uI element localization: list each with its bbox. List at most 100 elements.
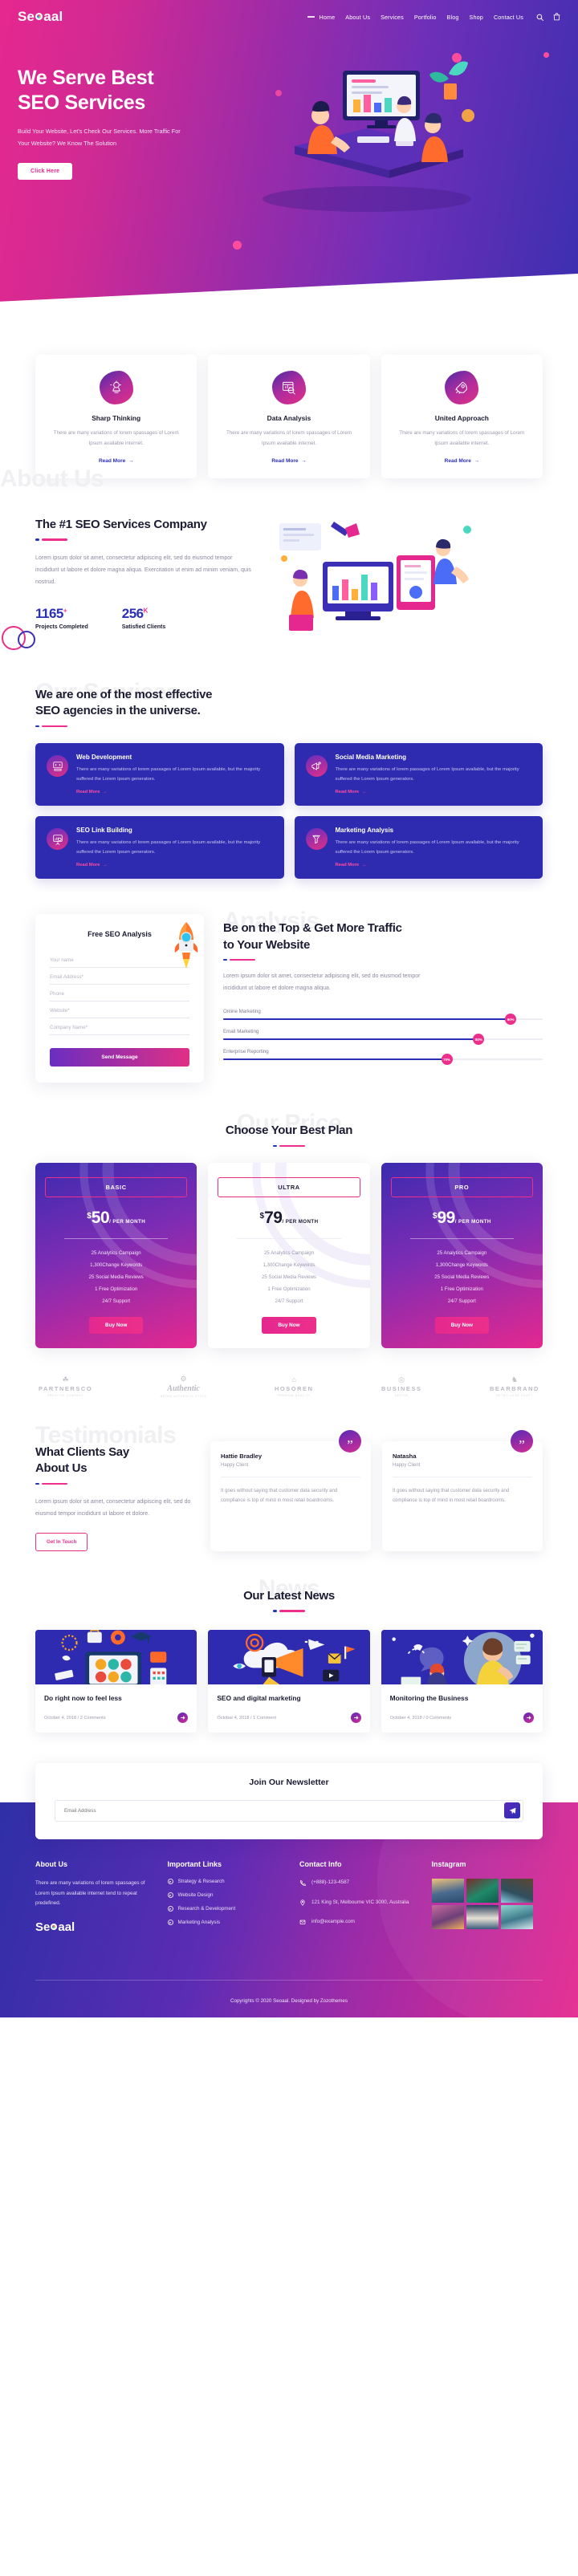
hero-section: Se aal Home About Us Services Portfolio B… bbox=[0, 0, 578, 321]
nav-item-portfolio[interactable]: Portfolio bbox=[414, 14, 437, 21]
instagram-thumb[interactable] bbox=[500, 1905, 533, 1930]
feature-card[interactable]: Sharp Thinking There are many variations… bbox=[35, 355, 197, 479]
stat-number: 256 bbox=[121, 606, 144, 622]
section-divider bbox=[223, 958, 543, 961]
service-card-body: Marketing Analysis There are many variat… bbox=[336, 827, 532, 867]
service-text: There are many variations of lorem passa… bbox=[76, 767, 261, 782]
nav-links: Home About Us Services Portfolio Blog Sh… bbox=[307, 14, 523, 21]
footer-email[interactable]: info@example.com bbox=[299, 1918, 411, 1929]
feature-read-more-link[interactable]: Read More → bbox=[393, 458, 531, 464]
buy-now-button[interactable]: Buy Now bbox=[262, 1317, 316, 1334]
news-arrow-icon[interactable] bbox=[523, 1713, 534, 1724]
rainbow-dot-icon bbox=[35, 13, 43, 20]
news-card[interactable]: Monitoring the Business October 4, 2018 … bbox=[381, 1629, 543, 1733]
instagram-thumb[interactable] bbox=[431, 1879, 464, 1904]
chevron-right-icon: ▸ bbox=[167, 1906, 173, 1912]
footer-link-website-design[interactable]: ▸ Website Design bbox=[167, 1892, 279, 1899]
hero-title-line2: SEO Services bbox=[18, 91, 146, 114]
newsletter-email-input[interactable] bbox=[55, 1800, 523, 1822]
progress-bar-enterprise-reporting: Enterprise Reporting 70% bbox=[223, 1049, 543, 1066]
nav-item-blog[interactable]: Blog bbox=[447, 14, 459, 21]
instagram-thumb[interactable] bbox=[431, 1905, 464, 1930]
progress-bar-email-marketing: Email Marketing 80% bbox=[223, 1029, 543, 1046]
progress-value-badge: 80% bbox=[473, 1034, 485, 1046]
nav-item-services[interactable]: Services bbox=[381, 14, 404, 21]
send-message-button[interactable]: Send Message bbox=[50, 1048, 189, 1067]
instagram-thumb[interactable] bbox=[466, 1879, 499, 1904]
news-card-body: Do right now to feel less October 4, 201… bbox=[35, 1684, 197, 1733]
plan-feature: 1 Free Optimization bbox=[267, 1286, 311, 1292]
news-arrow-icon[interactable] bbox=[350, 1713, 361, 1724]
email-address-input[interactable] bbox=[50, 969, 189, 985]
service-card[interactable]: Marketing Analysis There are many variat… bbox=[294, 816, 543, 880]
service-card[interactable]: Web Development There are many variation… bbox=[35, 743, 284, 807]
testimonial-name: Natasha bbox=[393, 1453, 417, 1460]
footer-link-research-development[interactable]: ▸ Research & Development bbox=[167, 1906, 279, 1912]
nav-item-shop[interactable]: Shop bbox=[470, 14, 483, 21]
news-card[interactable]: SEO and digital marketing October 4, 201… bbox=[208, 1629, 370, 1733]
hero-cta-button[interactable]: Click Here bbox=[18, 162, 73, 180]
read-more-label: Read More bbox=[76, 863, 100, 868]
feature-read-more-link[interactable]: Read More → bbox=[47, 458, 185, 464]
nav-item-contact-us[interactable]: Contact Us bbox=[494, 14, 523, 21]
service-read-more-link[interactable]: Read More → bbox=[336, 863, 532, 867]
buy-now-button[interactable]: Buy Now bbox=[434, 1317, 489, 1334]
plan-feature-list: 25 Analytics Campaign 1,300Change Keywor… bbox=[45, 1250, 187, 1304]
pricing-card-basic[interactable]: BASIC $50/ PER MONTH 25 Analytics Campai… bbox=[35, 1163, 197, 1348]
service-read-more-link[interactable]: Read More → bbox=[76, 863, 273, 867]
feature-title: Sharp Thinking bbox=[92, 414, 141, 422]
pricing-card-ultra[interactable]: ULTRA $79/ PER MONTH 25 Analytics Campai… bbox=[208, 1163, 370, 1348]
service-card[interactable]: SEO Link Building There are many variati… bbox=[35, 816, 284, 880]
nav-item-about-us[interactable]: About Us bbox=[345, 14, 370, 21]
cart-icon[interactable] bbox=[553, 13, 560, 21]
about-watermark: About Us bbox=[0, 465, 104, 493]
feature-card[interactable]: United Approach There are many variation… bbox=[381, 355, 543, 479]
progress-track: 70% bbox=[223, 1054, 543, 1066]
footer-logo[interactable]: Se aal bbox=[35, 1920, 147, 1934]
footer-link-strategy-research[interactable]: ▸ Strategy & Research bbox=[167, 1879, 279, 1885]
news-post-title[interactable]: SEO and digital marketing bbox=[217, 1693, 360, 1703]
active-indicator-dash bbox=[307, 16, 315, 18]
nav-item-home[interactable]: Home bbox=[320, 14, 336, 21]
service-read-more-link[interactable]: Read More → bbox=[336, 790, 532, 794]
site-logo[interactable]: Se aal bbox=[18, 9, 63, 25]
company-name-input[interactable] bbox=[50, 1019, 189, 1036]
footer-link-marketing-analysis[interactable]: ▸ Marketing Analysis bbox=[167, 1920, 279, 1926]
buy-now-button[interactable]: Buy Now bbox=[88, 1317, 144, 1334]
services-title-line2: SEO agencies in the universe. bbox=[35, 704, 201, 718]
news-post-title[interactable]: Monitoring the Business bbox=[390, 1693, 534, 1703]
pricing-card-pro[interactable]: PRO $99/ PER MONTH 25 Analytics Campaign… bbox=[381, 1163, 543, 1348]
stat-label: Projects Completed bbox=[35, 624, 88, 631]
instagram-thumb[interactable] bbox=[466, 1905, 499, 1930]
news-card[interactable]: Do right now to feel less October 4, 201… bbox=[35, 1629, 197, 1733]
feature-card[interactable]: Data Analysis There are many variations … bbox=[208, 355, 370, 479]
service-text: There are many variations of lorem passa… bbox=[335, 840, 519, 855]
feature-read-more-link[interactable]: Read More → bbox=[219, 458, 358, 464]
instagram-thumb[interactable] bbox=[500, 1879, 533, 1904]
service-read-more-link[interactable]: Read More → bbox=[76, 790, 273, 794]
phone-icon bbox=[299, 1879, 306, 1890]
progress-value-badge: 70% bbox=[441, 1054, 453, 1066]
service-title: SEO Link Building bbox=[76, 827, 132, 835]
news-date: October 4, 2018 bbox=[217, 1715, 250, 1721]
your-name-input[interactable] bbox=[50, 952, 189, 969]
news-post-title[interactable]: Do right now to feel less bbox=[44, 1693, 188, 1703]
plan-feature: 1,300Change Keywords bbox=[435, 1262, 488, 1268]
news-arrow-icon[interactable] bbox=[177, 1713, 189, 1724]
service-card-body: SEO Link Building There are many variati… bbox=[76, 827, 273, 867]
quote-icon: ” bbox=[511, 1430, 533, 1453]
service-card[interactable]: Social Media Marketing There are many va… bbox=[294, 743, 543, 807]
service-title: Marketing Analysis bbox=[335, 827, 394, 835]
newsletter-submit-button[interactable] bbox=[504, 1802, 520, 1819]
search-icon[interactable] bbox=[536, 14, 543, 21]
paper-plane-icon bbox=[509, 1805, 516, 1817]
service-cards-grid: Web Development There are many variation… bbox=[35, 743, 543, 880]
plan-amount: 99 bbox=[437, 1209, 455, 1227]
testimonial-cards: ” Hattie Bradley Happy Client It goes wi… bbox=[210, 1430, 543, 1552]
footer-phone[interactable]: (+888)-123-4587 bbox=[299, 1879, 411, 1890]
get-in-touch-button[interactable]: Get In Touch bbox=[35, 1533, 88, 1552]
phone-input[interactable] bbox=[50, 985, 189, 1002]
hero-body: We Serve Best SEO Services Build Your We… bbox=[0, 27, 578, 242]
progress-fill bbox=[223, 1018, 511, 1021]
website-input[interactable] bbox=[50, 1002, 189, 1019]
